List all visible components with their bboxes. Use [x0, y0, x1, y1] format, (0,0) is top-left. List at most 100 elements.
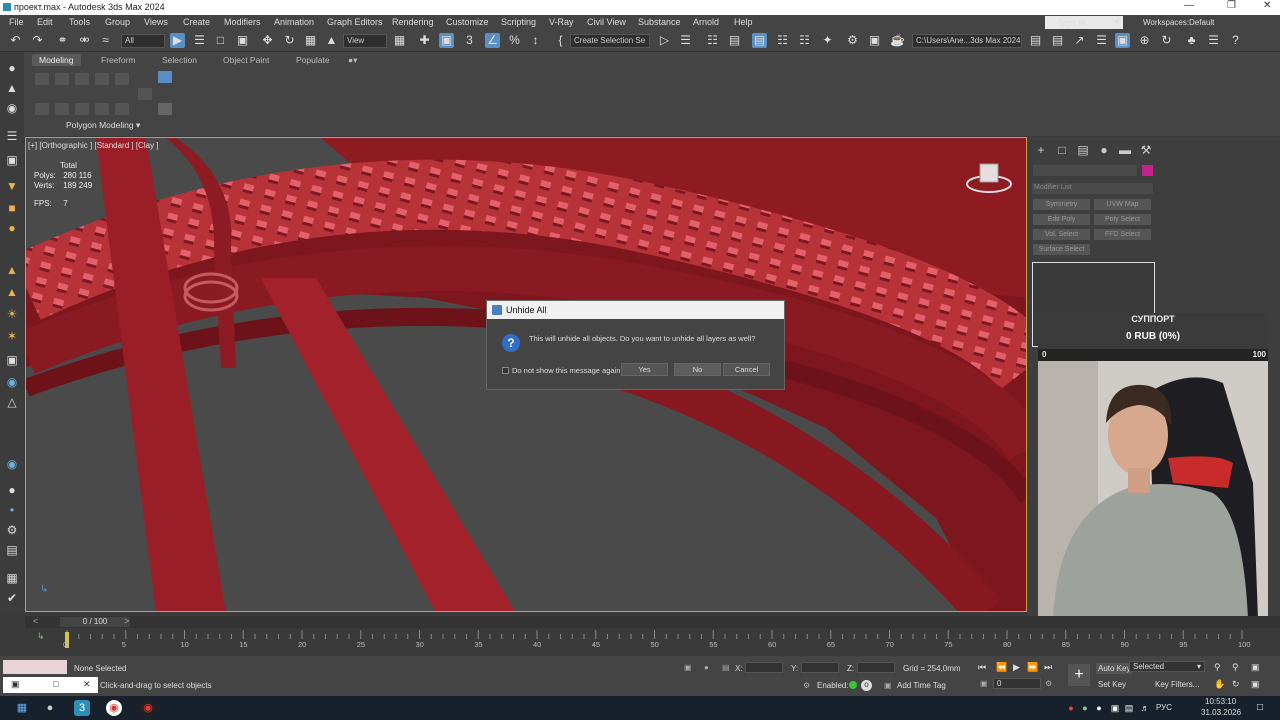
edit-named-selection-icon[interactable]: {: [553, 33, 568, 48]
menu-edit[interactable]: Edit: [37, 17, 53, 27]
layer-explorer-icon[interactable]: ☷: [705, 33, 720, 48]
render-icon[interactable]: ▣: [867, 33, 882, 48]
light-icon[interactable]: ●: [4, 220, 20, 236]
current-frame-field[interactable]: 0: [993, 678, 1041, 689]
clock-time[interactable]: 10:53:10: [1205, 697, 1236, 706]
list-icon[interactable]: ☰: [1206, 33, 1221, 48]
ribbon-tool-button[interactable]: [35, 73, 49, 85]
menu-create[interactable]: Create: [183, 17, 210, 27]
place-icon[interactable]: ▲: [324, 33, 339, 48]
render-icon[interactable]: ▣: [4, 152, 20, 168]
schematic-view-icon[interactable]: ☷: [775, 33, 790, 48]
project-path-field[interactable]: C:\Users\Ane...3ds Max 2024: [912, 34, 1022, 48]
project-folder-icon[interactable]: ▤: [1028, 33, 1043, 48]
maximize-viewport-icon[interactable]: ▣: [1251, 679, 1260, 690]
percent-snap-icon[interactable]: %: [507, 33, 522, 48]
previous-frame-icon[interactable]: ⏪: [996, 662, 1007, 673]
motion-tab-icon[interactable]: ●: [1097, 143, 1111, 157]
reference-coordinate-select[interactable]: View: [343, 34, 387, 48]
tab-populate[interactable]: Populate: [296, 55, 330, 65]
ribbon-tool-button[interactable]: [95, 73, 109, 85]
restore-icon[interactable]: ❐: [1227, 0, 1236, 11]
z-coordinate-field[interactable]: [857, 662, 895, 673]
unlink-icon[interactable]: ⚮: [77, 33, 92, 48]
menu-graph-editors[interactable]: Graph Editors: [327, 17, 383, 27]
object-name-field[interactable]: [1033, 165, 1137, 176]
workspace-select[interactable]: Default: [1189, 18, 1214, 27]
menu-customize[interactable]: Customize: [446, 17, 489, 27]
magnet-icon[interactable]: ◉: [4, 456, 20, 472]
menu-views[interactable]: Views: [144, 17, 168, 27]
modify-tab-icon[interactable]: □: [1055, 143, 1069, 157]
maxscript-listener[interactable]: [3, 660, 67, 674]
menu-group[interactable]: Group: [105, 17, 130, 27]
scale-icon[interactable]: ▦: [303, 33, 318, 48]
track-bar[interactable]: ↳ 0 5 10 15 20 25 30 35 40 45 50 55 60 65 70 75 80 85 90 95…: [25, 629, 1255, 655]
particles-icon[interactable]: •: [4, 502, 20, 518]
y-coordinate-field[interactable]: [801, 662, 839, 673]
chrome-icon[interactable]: ◉: [106, 700, 122, 716]
hammer-icon[interactable]: ▲: [4, 262, 20, 278]
viewport-layout-icon[interactable]: ▣: [1115, 33, 1130, 48]
vol-select-button[interactable]: Vol. Select: [1033, 229, 1090, 240]
go-to-end-icon[interactable]: ⏭: [1044, 662, 1052, 673]
menu-vray[interactable]: V-Ray: [549, 17, 574, 27]
uvw-map-button[interactable]: UVW Map: [1094, 199, 1151, 210]
rendered-frame-icon[interactable]: ⚙: [845, 33, 860, 48]
record-icon[interactable]: o: [861, 680, 872, 691]
hierarchy-tab-icon[interactable]: ▤: [1076, 143, 1090, 157]
vray-icon[interactable]: ✔: [4, 590, 20, 606]
material-editor-icon[interactable]: ☷: [797, 33, 812, 48]
rotate-icon[interactable]: ↻: [282, 33, 297, 48]
enabled-indicator[interactable]: [849, 681, 857, 689]
surface-select-button[interactable]: Surface Select: [1033, 244, 1090, 255]
isolate-icon[interactable]: ▣: [684, 663, 692, 672]
go-to-start-icon[interactable]: ⏮: [978, 662, 986, 673]
menu-modifiers[interactable]: Modifiers: [224, 17, 261, 27]
slider-right-icon[interactable]: >: [124, 616, 129, 626]
edit-poly-button[interactable]: Edit Poly: [1033, 214, 1090, 225]
key-mode-select[interactable]: Selected ▾: [1129, 661, 1205, 672]
pivot-icon[interactable]: ▦: [392, 33, 407, 48]
clock-date[interactable]: 31.03.2026: [1201, 708, 1241, 717]
auto-key-button[interactable]: Auto Key: [1096, 663, 1133, 674]
manipulate-icon[interactable]: ✚: [417, 33, 432, 48]
viewport-label[interactable]: [+] [Orthographic ] [Standard ] [Clay ]: [28, 141, 159, 150]
render-production-icon[interactable]: ☕: [890, 33, 905, 48]
tab-object-paint[interactable]: Object Paint: [223, 55, 269, 65]
ribbon-tool-button[interactable]: [55, 103, 69, 115]
chart-icon[interactable]: ▤: [4, 542, 20, 558]
toggle-ribbon-icon[interactable]: ▤: [727, 33, 742, 48]
modifier-list-dropdown[interactable]: Modifier List: [1032, 183, 1153, 194]
menu-rendering[interactable]: Rendering: [392, 17, 434, 27]
close-icon[interactable]: ✕: [1263, 0, 1271, 11]
menu-help[interactable]: Help: [734, 17, 753, 27]
layers-icon[interactable]: ☰: [1094, 33, 1109, 48]
tab-modeling[interactable]: Modeling: [32, 54, 81, 66]
time-slider-frame[interactable]: 0 / 100: [60, 617, 130, 627]
star-icon[interactable]: ✶: [4, 328, 20, 344]
select-by-name-icon[interactable]: ☰: [192, 33, 207, 48]
arrow-icon[interactable]: ↗: [1072, 33, 1087, 48]
utilities-tab-icon[interactable]: ⚒: [1139, 143, 1153, 157]
script-mini-listener[interactable]: ▣ □ ✕: [3, 677, 98, 693]
set-key-plus-button[interactable]: +: [1068, 664, 1090, 686]
ffd-select-button[interactable]: FFD Select: [1094, 229, 1151, 240]
list-icon[interactable]: ☰: [4, 128, 20, 144]
window-crossing-icon[interactable]: ▣: [235, 33, 250, 48]
ribbon-tool-button[interactable]: [35, 103, 49, 115]
network-icon[interactable]: ▤: [1121, 700, 1137, 716]
scene-explorer-icon[interactable]: ▤: [1050, 33, 1065, 48]
pan-icon[interactable]: ✋: [1214, 679, 1225, 690]
tray-icon[interactable]: ●: [1091, 700, 1107, 716]
redo-icon[interactable]: ↷: [30, 33, 45, 48]
menu-file[interactable]: File: [9, 17, 24, 27]
windows-start-icon[interactable]: ▦: [14, 700, 30, 716]
polygon-modeling-dropdown[interactable]: Polygon Modeling ▾: [66, 120, 140, 131]
globe-icon[interactable]: ◉: [4, 374, 20, 390]
dont-show-checkbox[interactable]: [502, 367, 509, 374]
key-mode-icon[interactable]: ▣: [980, 679, 988, 688]
gear-icon[interactable]: ⚙: [4, 522, 20, 538]
snaps-toggle-icon[interactable]: 3: [462, 33, 477, 48]
selection-filter-select[interactable]: All: [121, 34, 165, 48]
